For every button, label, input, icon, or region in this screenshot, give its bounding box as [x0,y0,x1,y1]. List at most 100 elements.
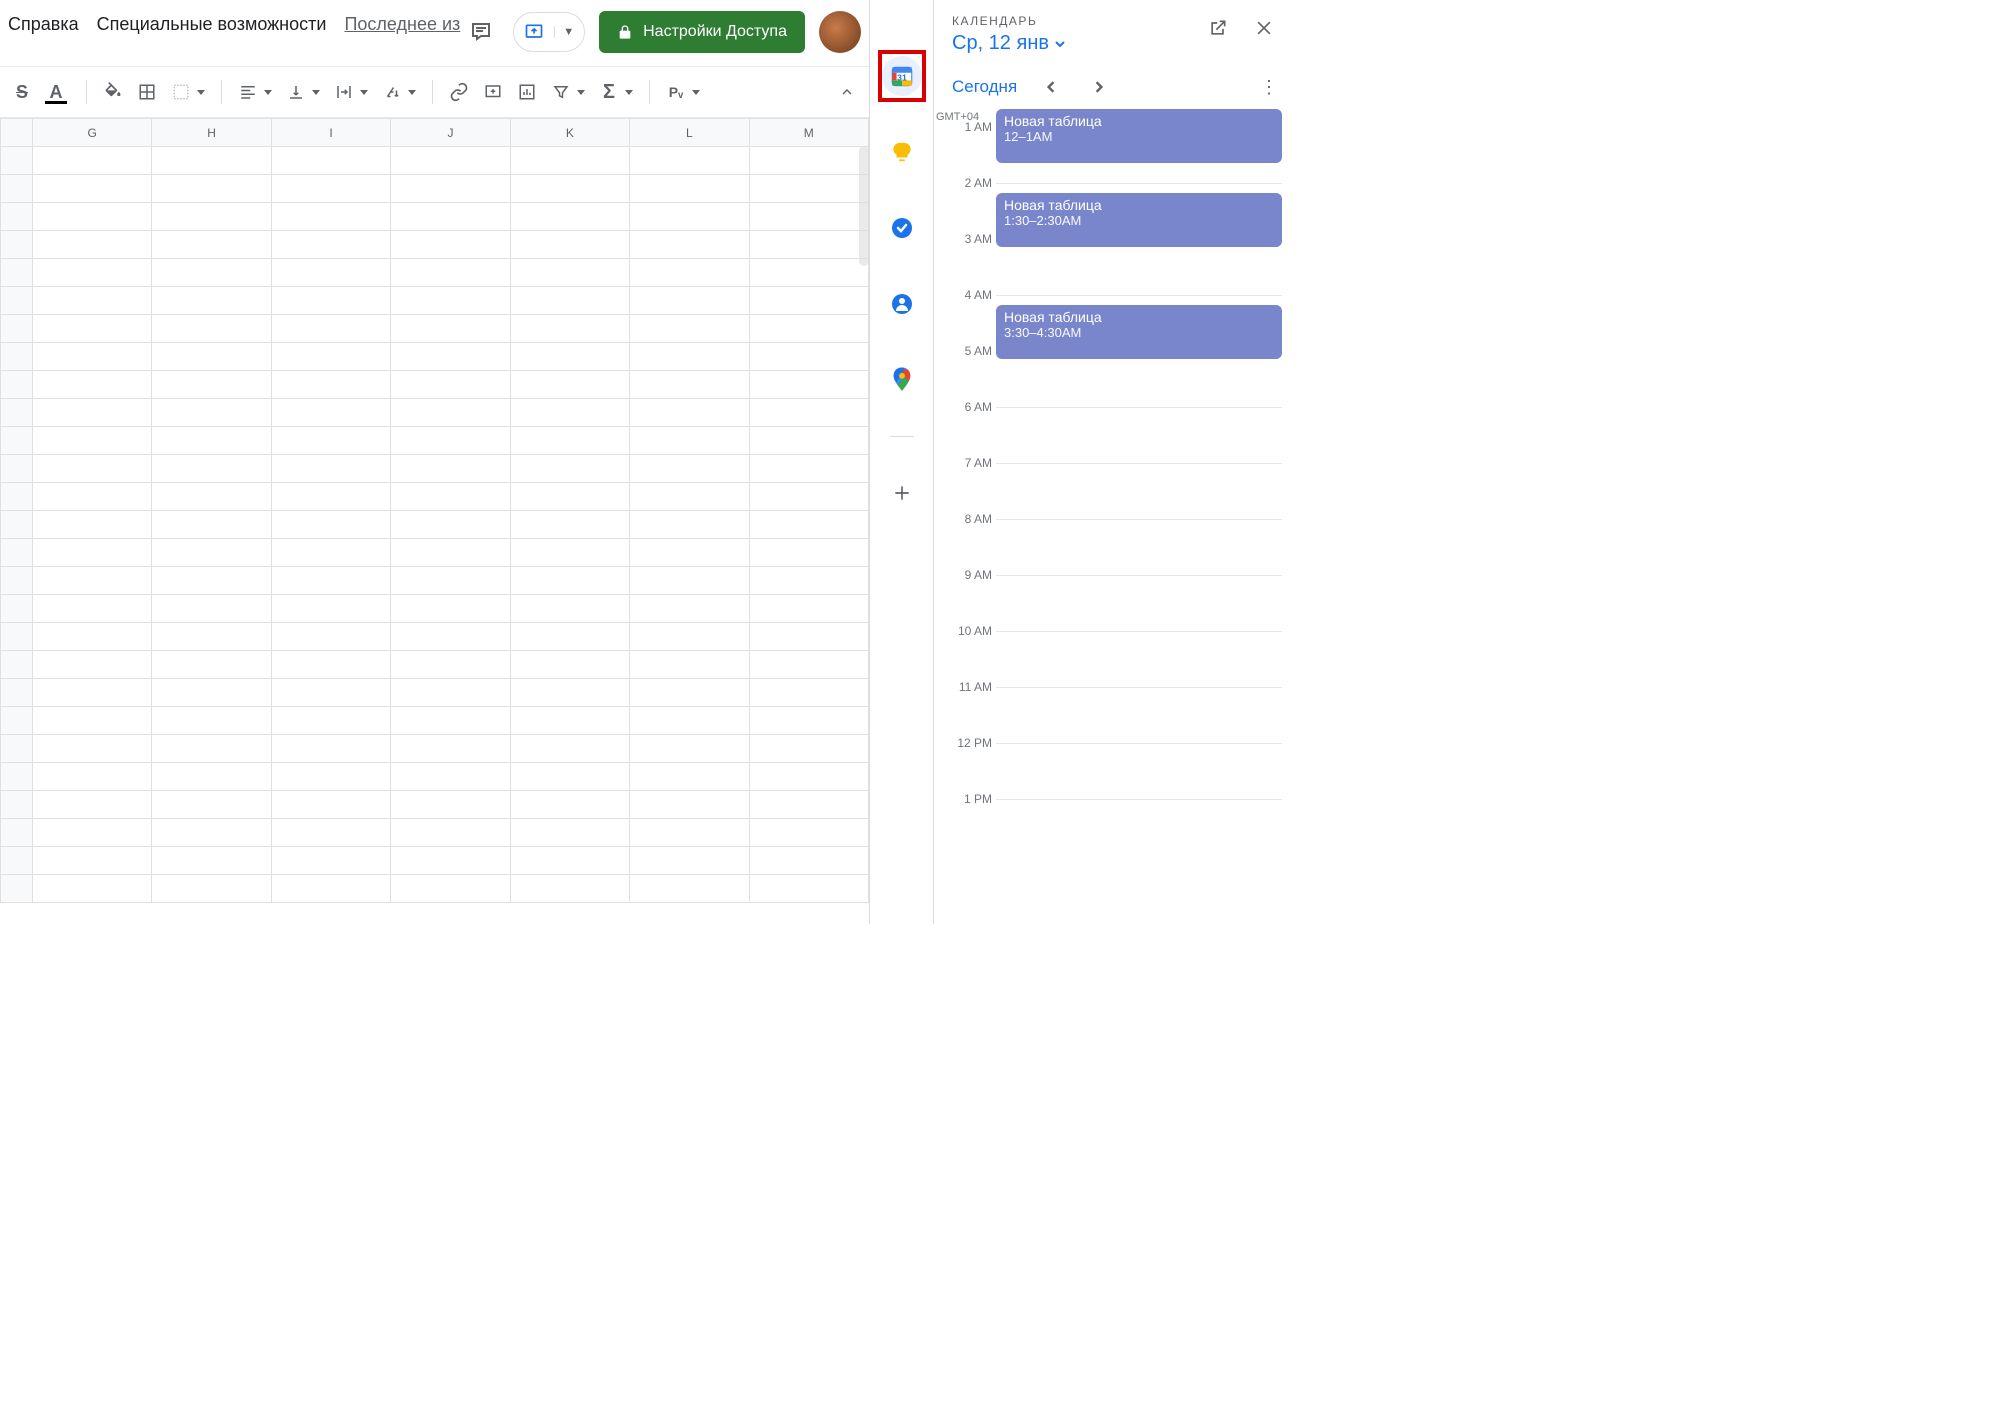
share-button[interactable]: Настройки Доступа [599,11,805,53]
cell[interactable] [749,539,868,567]
cell[interactable] [630,483,749,511]
cell[interactable] [510,455,629,483]
prev-day-button[interactable] [1037,73,1065,101]
cell[interactable] [152,231,271,259]
cell[interactable] [152,651,271,679]
cell[interactable] [33,315,152,343]
cell[interactable] [33,595,152,623]
cell[interactable] [749,875,868,903]
cell[interactable] [33,343,152,371]
cell[interactable] [271,315,390,343]
cell[interactable] [749,791,868,819]
chevron-down-icon[interactable]: ▼ [554,26,574,38]
cell[interactable] [152,679,271,707]
cell[interactable] [391,203,510,231]
cell[interactable] [152,511,271,539]
add-rail-button[interactable] [882,473,922,513]
cell[interactable] [749,595,868,623]
cell[interactable] [271,203,390,231]
tasks-rail-button[interactable] [882,208,922,248]
column-header[interactable]: K [510,119,629,147]
column-header[interactable]: I [271,119,390,147]
cell[interactable] [391,231,510,259]
cell[interactable] [749,735,868,763]
cell[interactable] [33,819,152,847]
cell[interactable] [749,231,868,259]
calendar-event[interactable]: Новая таблица12–1AM [996,109,1282,163]
cell[interactable] [510,679,629,707]
cell[interactable] [630,399,749,427]
cell[interactable] [391,735,510,763]
cell[interactable] [152,595,271,623]
cell[interactable] [271,427,390,455]
cell[interactable] [271,343,390,371]
cell[interactable] [749,315,868,343]
cell[interactable] [33,399,152,427]
cell[interactable] [391,875,510,903]
cell[interactable] [391,427,510,455]
cell[interactable] [33,679,152,707]
cell[interactable] [152,791,271,819]
cell[interactable] [510,343,629,371]
cell[interactable] [391,343,510,371]
cell[interactable] [391,679,510,707]
cell[interactable] [271,595,390,623]
cell[interactable] [630,651,749,679]
cell[interactable] [630,763,749,791]
open-in-new-icon[interactable] [1204,14,1232,42]
column-header[interactable]: H [152,119,271,147]
cell[interactable] [152,483,271,511]
cell[interactable] [630,539,749,567]
cell[interactable] [271,875,390,903]
keep-rail-button[interactable] [882,132,922,172]
cell[interactable] [749,847,868,875]
text-wrap-button[interactable] [330,78,358,106]
cell[interactable] [152,455,271,483]
cell[interactable] [630,819,749,847]
cell[interactable] [749,147,868,175]
cell[interactable] [510,175,629,203]
cell[interactable] [271,511,390,539]
cell[interactable] [510,763,629,791]
cell[interactable] [152,735,271,763]
cell[interactable] [391,259,510,287]
cell[interactable] [152,707,271,735]
merge-cells-button[interactable] [167,78,195,106]
cell[interactable] [510,259,629,287]
cell[interactable] [630,623,749,651]
column-header[interactable]: G [33,119,152,147]
insert-link-button[interactable] [445,78,473,106]
avatar[interactable] [819,11,861,53]
cell[interactable] [152,875,271,903]
cell[interactable] [510,875,629,903]
cell[interactable] [630,175,749,203]
cell[interactable] [749,483,868,511]
cell[interactable] [271,735,390,763]
close-icon[interactable] [1250,14,1278,42]
cell[interactable] [152,287,271,315]
cell[interactable] [749,371,868,399]
cell[interactable] [510,567,629,595]
maps-rail-button[interactable] [882,360,922,400]
cell[interactable] [152,259,271,287]
cell[interactable] [510,735,629,763]
cell[interactable] [510,203,629,231]
cell[interactable] [510,483,629,511]
cell[interactable] [33,791,152,819]
cell[interactable] [391,847,510,875]
present-button[interactable]: ▼ [513,12,585,52]
cell[interactable] [749,343,868,371]
cell[interactable] [271,371,390,399]
contacts-rail-button[interactable] [882,284,922,324]
cell[interactable] [271,175,390,203]
cell[interactable] [510,147,629,175]
cell[interactable] [391,315,510,343]
cell[interactable] [152,623,271,651]
cell[interactable] [391,147,510,175]
cell[interactable] [271,287,390,315]
cell[interactable] [391,791,510,819]
horizontal-align-button[interactable] [234,78,262,106]
calendar-event[interactable]: Новая таблица1:30–2:30AM [996,193,1282,247]
cell[interactable] [33,735,152,763]
cell[interactable] [749,819,868,847]
